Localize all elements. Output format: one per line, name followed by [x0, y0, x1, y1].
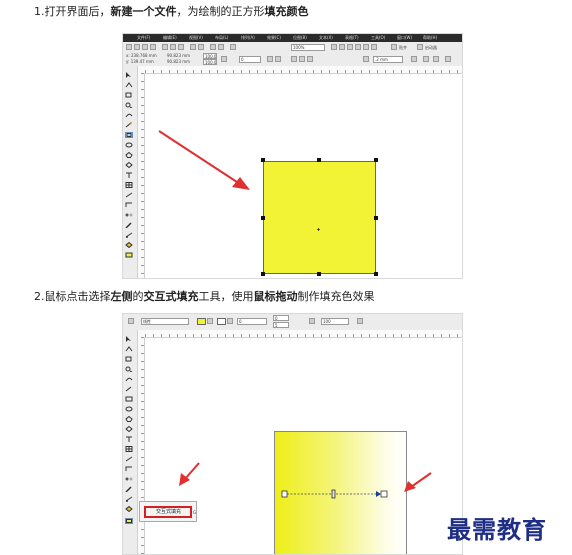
step2-caption: 2.鼠标点击选择左侧的交互式填充工具，使用鼠标拖动制作填充色效果 [34, 290, 375, 304]
step2-bold-mouse-drag: 鼠标拖动 [253, 290, 298, 303]
coreldraw-screenshot-1: 文件(F) 编辑(E) 视图(V) 布局(L) 排列(A) 效果(C) 位图(B… [122, 33, 463, 279]
step1-text-mid: ，为绘制的正方形 [176, 5, 265, 18]
step2-text-tool: 工具，使用 [198, 290, 254, 303]
red-arrows-2 [179, 462, 432, 492]
watermark-logo: 最需教育 [447, 515, 547, 544]
step2-bold-left: 左侧 [110, 290, 133, 303]
red-arrow-1 [158, 130, 250, 190]
coreldraw-screenshot-2: 线性 0 0 5 100 交互式填充 G [122, 313, 463, 555]
step2-text: 2.鼠标点击选择 [34, 290, 111, 303]
step1-bold-fill: 填充颜色 [264, 5, 309, 18]
step1-caption: 1.打开界面后，新建一个文件，为绘制的正方形填充颜色 [34, 5, 309, 19]
step2-text-end: 制作填充色效果 [297, 290, 375, 303]
step1-text: 1.打开界面后， [34, 5, 111, 18]
step2-bold-interactive-fill: 交互式填充 [143, 290, 199, 303]
step2-text-of: 的 [132, 290, 144, 303]
step1-bold-new-file: 新建一个文件 [110, 5, 177, 18]
